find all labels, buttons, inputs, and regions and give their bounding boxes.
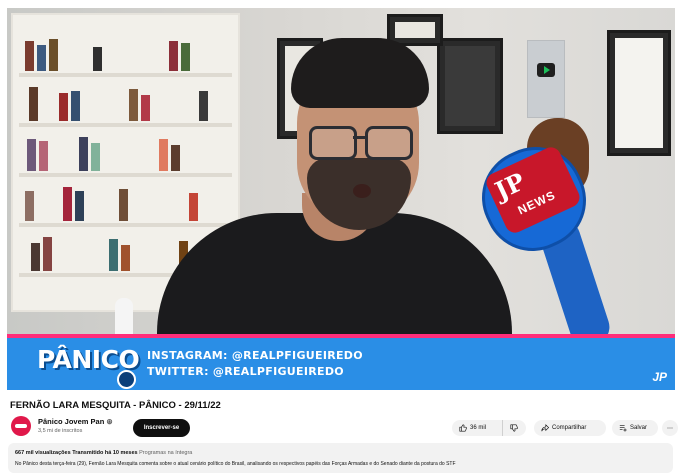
jp-watermark: JP — [652, 370, 667, 384]
dislike-button[interactable] — [502, 420, 526, 436]
twitter-handle: TWITTER: @REALPFIGUEIREDO — [147, 365, 344, 378]
more-icon: ⋯ — [667, 425, 673, 432]
save-button[interactable]: Salvar — [612, 420, 658, 436]
video-title: FERNÃO LARA MESQUITA - PÂNICO - 29/11/22 — [10, 400, 221, 411]
wall-frame — [437, 38, 503, 134]
host-mouth — [353, 184, 371, 198]
glasses-left-lens — [309, 126, 357, 160]
youtube-plaque — [527, 40, 565, 118]
share-icon — [541, 424, 549, 432]
glasses-bridge — [353, 136, 367, 139]
channel-name-text[interactable]: Pânico Jovem Pan — [38, 417, 104, 426]
like-button[interactable]: 36 mil — [452, 420, 502, 436]
panico-logo-badge — [117, 370, 136, 389]
like-count: 36 mil — [470, 425, 487, 431]
glasses-right-lens — [365, 126, 413, 160]
view-count: 667 mil visualizações — [15, 450, 71, 456]
save-to-playlist-icon — [619, 425, 627, 432]
description-meta: 667 mil visualizações Transmitido há 10 … — [15, 450, 192, 456]
thumbs-down-icon — [510, 424, 518, 432]
subscriber-count: 3,5 mi de inscritos — [38, 428, 83, 434]
more-actions-button[interactable]: ⋯ — [662, 420, 678, 436]
channel-avatar[interactable] — [11, 416, 31, 436]
thumbs-up-icon — [459, 424, 467, 432]
subscribe-button[interactable]: Inscrever-se — [133, 419, 190, 437]
stream-date: Transmitido há 10 meses — [72, 450, 138, 456]
wall-frame — [607, 30, 671, 156]
verified-icon: ⊛ — [106, 417, 113, 426]
description-text: No Pânico desta terça-feira (29), Fernão… — [15, 461, 456, 467]
description-box[interactable] — [8, 443, 673, 473]
host-hair — [291, 38, 429, 108]
channel-name[interactable]: Pânico Jovem Pan ⊛ — [38, 417, 113, 426]
share-label: Compartilhar — [552, 425, 587, 431]
video-player[interactable]: JP NEWS PÂNICO INSTAGRAM: @REALPFIGUEIRE… — [7, 8, 675, 390]
save-label: Salvar — [630, 425, 648, 431]
share-button[interactable]: Compartilhar — [534, 420, 606, 436]
category-tag[interactable]: Programas na íntegra — [139, 450, 192, 456]
mic-flag-brand: JP — [490, 166, 530, 206]
instagram-handle: INSTAGRAM: @REALPFIGUEIREDO — [147, 349, 363, 362]
